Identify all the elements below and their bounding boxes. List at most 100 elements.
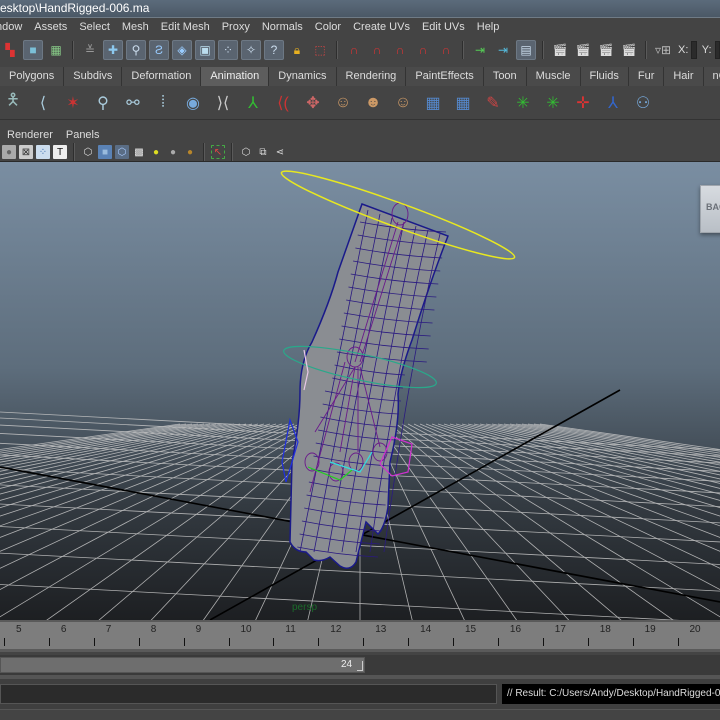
- menu-assets[interactable]: Assets: [28, 21, 73, 33]
- perspective-viewport[interactable]: BAC persp: [0, 162, 720, 620]
- face-icon[interactable]: ☺: [390, 89, 416, 117]
- paint-weights-icon[interactable]: ✎: [480, 89, 506, 117]
- menu-proxy[interactable]: Proxy: [216, 21, 256, 33]
- hik-character-icon[interactable]: ☺: [330, 89, 356, 117]
- xray-icon[interactable]: ⧉: [256, 145, 270, 159]
- select-surfaces-icon[interactable]: ◈: [172, 40, 192, 60]
- orient-constraint-icon[interactable]: ⅄: [600, 89, 626, 117]
- menu-edit-mesh[interactable]: Edit Mesh: [155, 21, 216, 33]
- grid-toggle-icon[interactable]: ⊠: [19, 145, 33, 159]
- skeleton-icon[interactable]: ✥: [300, 89, 326, 117]
- menu-select[interactable]: Select: [73, 21, 116, 33]
- image-plane-icon[interactable]: ⁘: [36, 145, 50, 159]
- camera-attributes-icon[interactable]: ●: [2, 145, 16, 159]
- tab-hair[interactable]: Hair: [664, 67, 704, 86]
- character-icon[interactable]: 🯅: [0, 89, 26, 117]
- remove-joint-icon[interactable]: ◉: [180, 89, 206, 117]
- tab-rendering[interactable]: Rendering: [336, 67, 407, 86]
- tab-painteffects[interactable]: PaintEffects: [406, 67, 484, 86]
- joint-tool-icon[interactable]: ⟨: [30, 89, 56, 117]
- y-field[interactable]: [714, 41, 720, 59]
- menu-window[interactable]: ndow: [0, 21, 28, 33]
- select-misc-icon[interactable]: ?: [264, 40, 284, 60]
- select-handles-icon[interactable]: ✚: [103, 40, 123, 60]
- time-slider[interactable]: 5 6 7 8 9 10 11 12 13 14 15 16 17 18 19 20: [0, 620, 720, 652]
- mirror-joint-icon[interactable]: ⦙: [150, 89, 176, 117]
- tab-subdivs[interactable]: Subdivs: [64, 67, 123, 86]
- parent-constraint-icon[interactable]: ⚇: [630, 89, 656, 117]
- snap-to-curve-icon[interactable]: ∩: [367, 40, 387, 60]
- tab-animation[interactable]: Animation: [201, 67, 270, 86]
- tab-fur[interactable]: Fur: [628, 67, 665, 86]
- snap-to-grid-icon[interactable]: ∩: [344, 40, 364, 60]
- construction-history-icon[interactable]: ▤: [516, 40, 536, 60]
- menu-panels[interactable]: Panels: [59, 129, 100, 141]
- wireframe-on-shaded-icon[interactable]: ⬡: [115, 145, 129, 159]
- wireframe-icon[interactable]: ⬡: [81, 145, 95, 159]
- menu-help[interactable]: Help: [471, 21, 506, 33]
- tab-fluids[interactable]: Fluids: [580, 67, 629, 86]
- menu-mesh[interactable]: Mesh: [116, 21, 155, 33]
- lock-selection-icon[interactable]: 🔒︎: [287, 40, 307, 60]
- highlight-selection-icon[interactable]: ⬚: [310, 40, 330, 60]
- point-constraint-icon[interactable]: ✛: [570, 89, 596, 117]
- make-live-icon[interactable]: ∩: [436, 40, 456, 60]
- ipr-render-icon[interactable]: 🎬︎: [596, 40, 616, 60]
- output-operations-icon[interactable]: ⇥: [493, 40, 513, 60]
- isolate-select-icon[interactable]: ⬡: [239, 145, 253, 159]
- command-line-input[interactable]: [0, 684, 497, 704]
- select-by-object-type-icon[interactable]: ■: [23, 40, 43, 60]
- connect-joint-icon[interactable]: ⟩⟨: [210, 89, 236, 117]
- select-deformations-icon[interactable]: ▣: [195, 40, 215, 60]
- tab-muscle[interactable]: Muscle: [526, 67, 581, 86]
- select-dynamics-icon[interactable]: ⁘: [218, 40, 238, 60]
- smooth-shade-icon[interactable]: ■: [98, 145, 112, 159]
- scene-view[interactable]: [0, 162, 720, 620]
- select-curves-icon[interactable]: Ƨ: [149, 40, 169, 60]
- disconnect-joint-icon[interactable]: ⟨(: [270, 89, 296, 117]
- select-by-component-type-icon[interactable]: ▦: [46, 40, 66, 60]
- tab-polygons[interactable]: Polygons: [0, 67, 65, 86]
- tab-deformation[interactable]: Deformation: [122, 67, 202, 86]
- menu-create-uvs[interactable]: Create UVs: [347, 21, 416, 33]
- menu-color[interactable]: Color: [309, 21, 347, 33]
- checker-icon[interactable]: ▩: [132, 145, 146, 159]
- tab-toon[interactable]: Toon: [483, 67, 527, 86]
- joint-xray-icon[interactable]: ⋖: [273, 145, 287, 159]
- menu-edit-uvs[interactable]: Edit UVs: [416, 21, 471, 33]
- gold-sphere-icon[interactable]: ●: [183, 145, 197, 159]
- insert-joint-icon[interactable]: ⚯: [120, 89, 146, 117]
- orient-joint-icon[interactable]: ⅄: [240, 89, 266, 117]
- selection-mask-dropdown-icon[interactable]: ≚: [80, 40, 100, 60]
- copy-skin-weights-icon[interactable]: ▦: [420, 89, 446, 117]
- mirror-skin-weights-icon[interactable]: ▦: [450, 89, 476, 117]
- x-field[interactable]: [691, 41, 697, 59]
- input-box-mode-icon[interactable]: ▿⊞: [653, 40, 673, 60]
- select-camera-icon[interactable]: ↖: [211, 145, 225, 159]
- texture-icon[interactable]: T: [53, 145, 67, 159]
- view-cube[interactable]: BAC: [700, 185, 720, 233]
- select-by-hierarchy-icon[interactable]: ▚: [0, 40, 20, 60]
- render-settings-icon[interactable]: 🎬︎: [619, 40, 639, 60]
- select-rendering-icon[interactable]: ✧: [241, 40, 261, 60]
- head-icon[interactable]: ☻: [360, 89, 386, 117]
- ik-handle-icon[interactable]: ✶: [60, 89, 86, 117]
- range-slider[interactable]: 24: [0, 657, 365, 673]
- default-light-icon[interactable]: ●: [149, 145, 163, 159]
- hand-surface[interactable]: [289, 203, 449, 569]
- locator-constraint-icon[interactable]: ✳: [540, 89, 566, 117]
- render-current-frame-icon[interactable]: 🎬︎: [573, 40, 593, 60]
- range-slider-handle[interactable]: [357, 661, 363, 671]
- select-joints-icon[interactable]: ⚲: [126, 40, 146, 60]
- cluster-icon[interactable]: ✳: [510, 89, 536, 117]
- tab-dynamics[interactable]: Dynamics: [269, 67, 337, 86]
- shadow-sphere-icon[interactable]: ●: [166, 145, 180, 159]
- menu-renderer[interactable]: Renderer: [0, 129, 53, 141]
- input-operations-icon[interactable]: ⇥: [470, 40, 490, 60]
- snap-to-point-icon[interactable]: ∩: [390, 40, 410, 60]
- tab-ncloth[interactable]: nCloth: [703, 67, 720, 86]
- ik-spline-icon[interactable]: ⚲: [90, 89, 116, 117]
- render-view-icon[interactable]: 🎬︎: [550, 40, 570, 60]
- snap-to-view-plane-icon[interactable]: ∩: [413, 40, 433, 60]
- menu-normals[interactable]: Normals: [256, 21, 309, 33]
